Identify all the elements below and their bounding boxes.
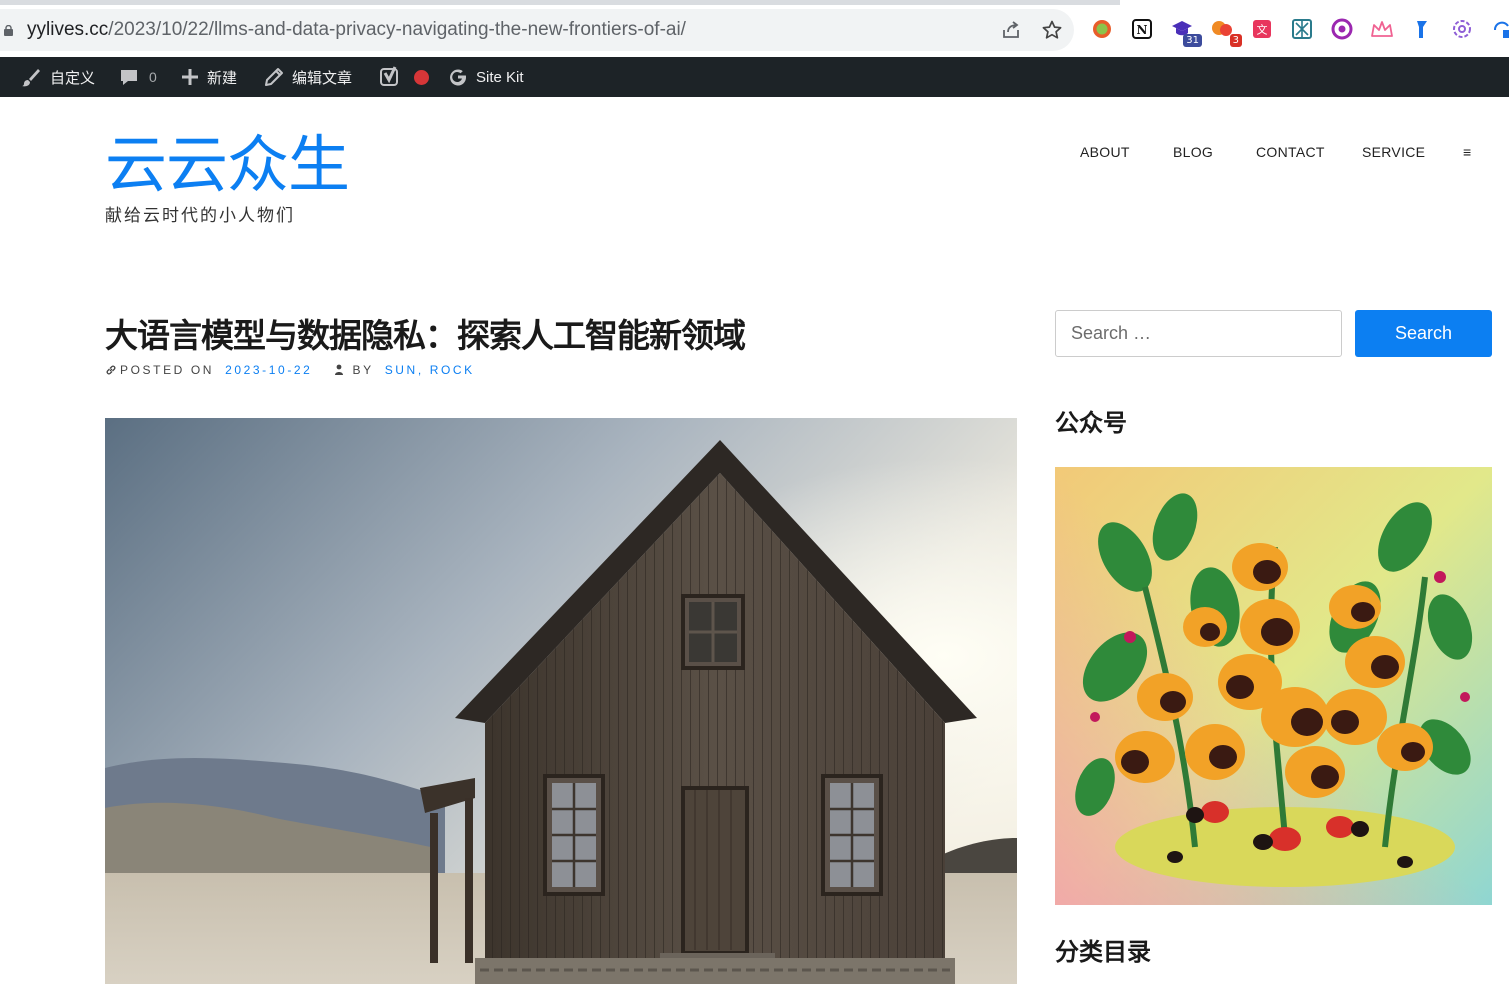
wooden-house-image <box>105 418 1017 984</box>
nav-about[interactable]: ABOUT <box>1080 144 1130 160</box>
brush-icon <box>22 69 40 87</box>
tab-strip-edge <box>0 0 1120 5</box>
new-content-button[interactable]: 新建 <box>181 57 237 97</box>
extension-badge: 3 <box>1229 34 1242 47</box>
blue-flag-extension-icon[interactable] <box>1410 17 1434 41</box>
customize-button[interactable]: 自定义 <box>20 57 95 97</box>
hamburger-menu-icon[interactable]: ≡ <box>1463 144 1471 160</box>
yoast-icon <box>380 66 398 86</box>
post-date-link[interactable]: 2023-10-22 <box>225 363 312 377</box>
wechat-image <box>1055 467 1492 905</box>
wp-admin-bar: 自定义 0 新建 编辑文章 Site Kit <box>0 57 1509 97</box>
yoast-seo-button[interactable] <box>380 57 429 97</box>
widget-title-wechat: 公众号 <box>1055 409 1127 437</box>
purple-circle-extension-icon[interactable] <box>1330 17 1354 41</box>
site-kit-label: Site Kit <box>476 68 524 86</box>
post-title: 大语言模型与数据隐私：探索人工智能新领域 <box>105 316 746 355</box>
comments-button[interactable]: 0 <box>119 57 157 97</box>
circle-extension-icon[interactable] <box>1090 17 1114 41</box>
link-icon <box>106 365 116 375</box>
nav-service[interactable]: SERVICE <box>1362 144 1425 160</box>
bubbles-extension-icon[interactable]: 3 <box>1210 17 1242 47</box>
url-text[interactable]: yylives.cc/2023/10/22/llms-and-data-priv… <box>27 19 686 41</box>
translate-extension-icon[interactable]: 文 <box>1250 17 1274 41</box>
post-meta: POSTED ON 2023-10-22 BY SUN, ROCK <box>105 362 475 378</box>
google-g-icon <box>450 69 467 86</box>
comment-icon <box>121 70 137 85</box>
bookmark-star-icon[interactable] <box>1041 19 1063 41</box>
lock-icon[interactable] <box>4 25 13 36</box>
widget-title-categories: 分类目录 <box>1055 938 1151 966</box>
posted-on-label: POSTED ON <box>120 363 215 377</box>
nav-contact[interactable]: CONTACT <box>1256 144 1325 160</box>
crown-extension-icon[interactable] <box>1370 17 1394 41</box>
site-title[interactable]: 云云众生 <box>105 130 350 200</box>
url-host: yylives.cc <box>27 19 109 40</box>
by-label: BY <box>352 363 374 377</box>
site-kit-button[interactable]: Site Kit <box>448 57 524 97</box>
graduation-cap-extension-icon[interactable]: 31 <box>1170 17 1202 47</box>
address-bar[interactable]: yylives.cc/2023/10/22/llms-and-data-priv… <box>0 9 1074 51</box>
svg-text:文: 文 <box>1257 23 1268 37</box>
sync-extension-icon[interactable] <box>1490 17 1509 41</box>
new-label: 新建 <box>207 69 238 87</box>
customize-label: 自定义 <box>50 69 96 87</box>
search-input[interactable] <box>1055 310 1342 357</box>
comments-count: 0 <box>149 69 157 85</box>
site-description: 献给云时代的小人物们 <box>105 206 295 226</box>
url-path: /2023/10/22/llms-and-data-privacy-naviga… <box>108 19 686 40</box>
openai-icon[interactable] <box>1450 17 1474 41</box>
user-icon <box>335 364 344 375</box>
plus-icon <box>182 69 198 85</box>
search-button[interactable]: Search <box>1355 310 1492 357</box>
svg-text:N: N <box>1137 23 1148 37</box>
author-link[interactable]: SUN, ROCK <box>385 363 475 377</box>
grid-extension-icon[interactable] <box>1290 17 1314 41</box>
notion-icon[interactable]: N <box>1130 17 1154 41</box>
nav-blog[interactable]: BLOG <box>1173 144 1213 160</box>
extension-badge: 31 <box>1183 34 1202 47</box>
share-icon[interactable] <box>1000 19 1022 41</box>
edit-post-button[interactable]: 编辑文章 <box>264 57 352 97</box>
browser-toolbar: yylives.cc/2023/10/22/llms-and-data-priv… <box>0 0 1509 57</box>
ants-illustration-image <box>1055 467 1492 905</box>
pencil-icon <box>265 68 283 86</box>
featured-image <box>105 418 1017 984</box>
seo-status-dot <box>414 69 429 85</box>
edit-post-label: 编辑文章 <box>292 69 353 87</box>
